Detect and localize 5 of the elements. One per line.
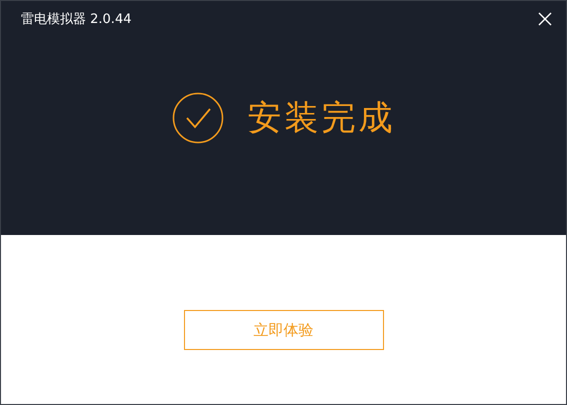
- check-circle-icon: [172, 92, 224, 144]
- window-title: 雷电模拟器 2.0.44: [21, 11, 132, 28]
- close-icon: [538, 12, 552, 26]
- install-complete-message: 安装完成: [248, 97, 396, 140]
- try-now-button[interactable]: 立即体验: [184, 310, 384, 350]
